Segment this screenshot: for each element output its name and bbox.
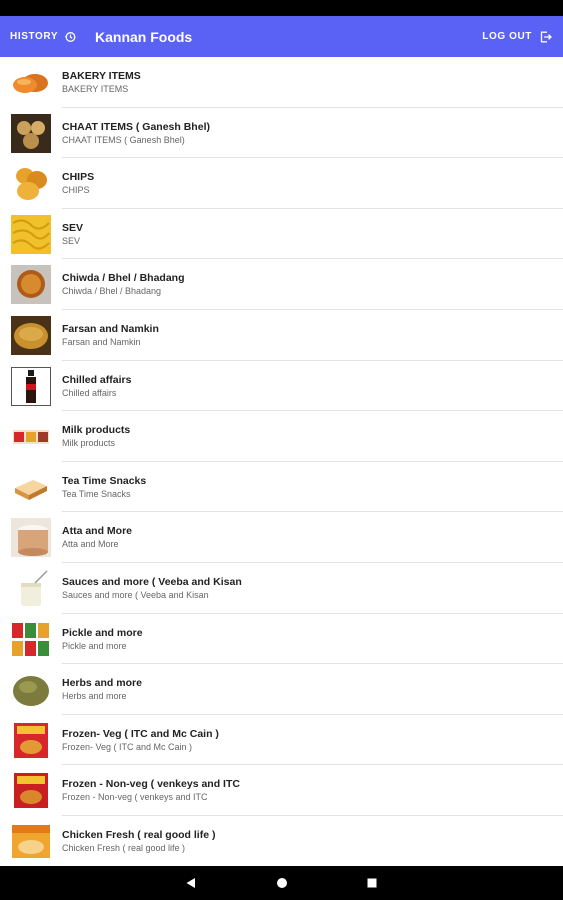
back-triangle-icon[interactable] xyxy=(171,866,211,900)
chaat-image xyxy=(11,113,51,153)
category-name: Frozen - Non-veg ( venkeys and ITC xyxy=(62,778,240,791)
category-row-pickle[interactable]: Pickle and more Pickle and more xyxy=(0,614,563,665)
history-label: HISTORY xyxy=(10,31,59,42)
category-subtitle: Farsan and Namkin xyxy=(62,336,141,347)
category-row-chaat[interactable]: CHAAT ITEMS ( Ganesh Bhel) CHAAT ITEMS (… xyxy=(0,108,563,159)
farsan-image xyxy=(11,315,51,355)
category-subtitle: Frozen- Veg ( ITC and Mc Cain ) xyxy=(62,741,193,752)
category-subtitle: Tea Time Snacks xyxy=(62,488,131,499)
category-subtitle: Herbs and more xyxy=(62,691,127,702)
frozen-veg-image xyxy=(11,721,51,760)
category-name: Chicken Fresh ( real good life ) xyxy=(62,828,216,841)
category-name: Herbs and more xyxy=(62,677,142,690)
chips-image xyxy=(11,164,51,203)
category-name: Atta and More xyxy=(62,525,133,538)
category-name: Sauces and more ( Veeba and Kisan xyxy=(62,575,242,588)
logout-label: LOG OUT xyxy=(482,31,532,42)
logout-button[interactable]: LOG OUT xyxy=(482,16,552,57)
category-subtitle: SEV xyxy=(62,235,81,246)
app-title: Kannan Foods xyxy=(95,28,193,45)
status-bar xyxy=(0,0,563,16)
category-subtitle: Chicken Fresh ( real good life ) xyxy=(62,842,186,853)
category-name: Tea Time Snacks xyxy=(62,474,147,487)
category-row-chiwda[interactable]: Chiwda / Bhel / Bhadang Chiwda / Bhel / … xyxy=(0,259,563,310)
category-row-frozen-veg[interactable]: Frozen- Veg ( ITC and Mc Cain ) Frozen- … xyxy=(0,715,563,766)
category-name: Chilled affairs xyxy=(62,373,132,386)
category-row-herbs[interactable]: Herbs and more Herbs and more xyxy=(0,664,563,715)
bakery-image xyxy=(11,63,51,102)
category-row-atta[interactable]: Atta and More Atta and More xyxy=(0,512,563,563)
history-icon xyxy=(64,31,76,42)
system-nav-bar xyxy=(0,866,563,900)
chicken-fresh-image xyxy=(11,822,51,861)
category-name: Pickle and more xyxy=(62,626,143,639)
category-row-frozen-nonveg[interactable]: Frozen - Non-veg ( venkeys and ITC Froze… xyxy=(0,765,563,816)
history-button[interactable]: HISTORY xyxy=(10,16,76,57)
category-row-farsan[interactable]: Farsan and Namkin Farsan and Namkin xyxy=(0,310,563,361)
herbs-image xyxy=(11,670,51,709)
sev-image xyxy=(11,214,51,254)
recents-square-icon[interactable] xyxy=(352,866,392,900)
category-row-sauces[interactable]: Sauces and more ( Veeba and Kisan Sauces… xyxy=(0,563,563,614)
category-subtitle: CHAAT ITEMS ( Ganesh Bhel) xyxy=(62,134,185,145)
category-subtitle: Chilled affairs xyxy=(62,387,117,398)
app-bar: HISTORY Kannan Foods LOG OUT xyxy=(0,16,563,57)
category-name: Milk products xyxy=(62,424,131,437)
category-name: Chiwda / Bhel / Bhadang xyxy=(62,272,185,285)
logout-icon xyxy=(540,31,552,42)
milk-products-image xyxy=(11,417,51,456)
category-name: Frozen- Veg ( ITC and Mc Cain ) xyxy=(62,727,219,740)
cola-bottle-image xyxy=(11,366,51,406)
category-row-tea-snacks[interactable]: Tea Time Snacks Tea Time Snacks xyxy=(0,462,563,513)
category-subtitle: Pickle and more xyxy=(62,640,127,651)
category-subtitle: Atta and More xyxy=(62,539,119,550)
category-name: CHAAT ITEMS ( Ganesh Bhel) xyxy=(62,120,210,133)
category-subtitle: Milk products xyxy=(62,438,116,449)
category-name: CHIPS xyxy=(62,171,95,184)
category-subtitle: Sauces and more ( Veeba and Kisan xyxy=(62,589,209,600)
category-row-sev[interactable]: SEV SEV xyxy=(0,209,563,260)
category-subtitle: Chiwda / Bhel / Bhadang xyxy=(62,286,162,297)
pickle-jars-image xyxy=(11,620,51,659)
category-row-milk[interactable]: Milk products Milk products xyxy=(0,411,563,462)
category-name: SEV xyxy=(62,221,84,234)
atta-image xyxy=(11,518,51,558)
home-circle-icon[interactable] xyxy=(262,866,302,900)
category-row-chilled[interactable]: Chilled affairs Chilled affairs xyxy=(0,361,563,412)
category-name: Farsan and Namkin xyxy=(62,322,159,335)
category-row-bakery[interactable]: BAKERY ITEMS BAKERY ITEMS xyxy=(0,57,563,108)
category-row-chips[interactable]: CHIPS CHIPS xyxy=(0,158,563,209)
category-name: BAKERY ITEMS xyxy=(62,70,141,82)
category-row-chicken-fresh[interactable]: Chicken Fresh ( real good life ) Chicken… xyxy=(0,816,563,866)
category-subtitle: BAKERY ITEMS xyxy=(62,84,129,94)
category-subtitle: Frozen - Non-veg ( venkeys and ITC xyxy=(62,792,208,803)
sauce-image xyxy=(11,569,51,608)
tea-snacks-image xyxy=(11,468,51,507)
frozen-nonveg-image xyxy=(11,771,51,810)
chiwda-image xyxy=(11,265,51,305)
category-subtitle: CHIPS xyxy=(62,185,90,196)
category-list: BAKERY ITEMS BAKERY ITEMS CHAAT ITEMS ( … xyxy=(0,57,563,866)
